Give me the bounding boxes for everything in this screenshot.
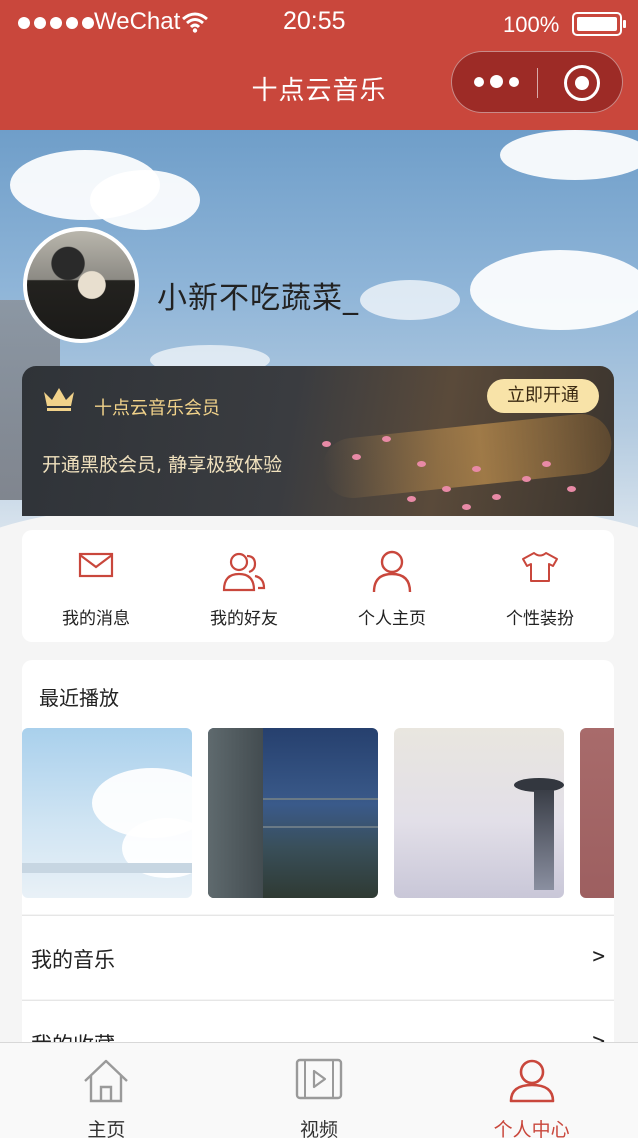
tab-video[interactable]: 视频 [213, 1043, 426, 1138]
quick-action-dressup[interactable]: 个性装扮 [466, 530, 614, 642]
clock: 20:55 [283, 7, 346, 35]
capsule-divider [537, 68, 538, 98]
quick-action-messages[interactable]: 我的消息 [22, 530, 170, 642]
list-item-label: 我的音乐 [31, 948, 115, 972]
signal-icon [18, 17, 94, 29]
cover-railing [22, 863, 192, 873]
petal [567, 486, 576, 492]
petal [407, 496, 416, 502]
wifi-icon [182, 12, 208, 33]
tab-home[interactable]: 主页 [0, 1043, 213, 1138]
petal [352, 454, 361, 460]
user-icon [372, 550, 412, 593]
vip-description: 开通黑胶会员, 静享极致体验 [42, 454, 283, 476]
username: 小新不吃蔬菜_ [157, 281, 359, 316]
cover-railing [263, 798, 378, 828]
quick-actions: 我的消息 我的好友 个人主页 个性装扮 [22, 530, 614, 642]
status-bar: WeChat 20:55 100% [0, 0, 638, 48]
mail-icon [78, 552, 114, 578]
avatar[interactable] [23, 227, 139, 343]
recent-cover[interactable] [208, 728, 378, 898]
vip-card[interactable]: 十点云音乐会员 立即开通 开通黑胶会员, 静享极致体验 [22, 366, 614, 516]
close-program-icon[interactable] [564, 65, 600, 101]
mini-program-capsule [451, 51, 623, 113]
battery-icon [572, 12, 626, 36]
list-item-my-music[interactable]: 我的音乐 > [22, 915, 614, 999]
petal [472, 466, 481, 472]
top-bar: WeChat 20:55 100% 十点云音乐 [0, 0, 638, 130]
crown-icon [44, 388, 74, 411]
quick-action-label: 我的好友 [210, 609, 278, 629]
more-menu-icon[interactable] [474, 75, 519, 88]
quick-action-label: 我的消息 [62, 609, 130, 629]
person-icon [509, 1059, 554, 1103]
cover-wall [208, 728, 263, 898]
banner-cloud [360, 280, 460, 320]
tab-bar: 主页 视频 个人中心 [0, 1042, 638, 1138]
banner-cloud [90, 170, 200, 230]
tab-profile[interactable]: 个人中心 [425, 1043, 638, 1138]
recent-plays-title: 最近播放 [39, 686, 119, 710]
home-icon [84, 1059, 129, 1103]
recent-plays-section: 最近播放 [22, 660, 614, 914]
battery-percentage: 100% [503, 12, 560, 37]
banner-cloud [470, 250, 638, 330]
vip-title: 十点云音乐会员 [94, 398, 220, 419]
quick-action-friends[interactable]: 我的好友 [170, 530, 318, 642]
tab-label: 个人中心 [493, 1119, 570, 1138]
petal [322, 441, 331, 447]
petal [382, 436, 391, 442]
petal [492, 494, 501, 500]
quick-action-label: 个人主页 [358, 609, 426, 629]
banner-cloud [500, 130, 638, 180]
petal [442, 486, 451, 492]
quick-action-homepage[interactable]: 个人主页 [318, 530, 466, 642]
petal [417, 461, 426, 467]
petal [522, 476, 531, 482]
carrier-name: WeChat [94, 8, 181, 35]
recent-cover[interactable] [394, 728, 564, 898]
recent-cover[interactable] [580, 728, 614, 898]
vip-activate-button[interactable]: 立即开通 [487, 379, 599, 413]
tab-label: 视频 [300, 1119, 339, 1138]
tab-label: 主页 [87, 1119, 126, 1138]
video-icon [295, 1058, 343, 1100]
petal [462, 504, 471, 510]
recent-cover[interactable] [22, 728, 192, 898]
friends-icon [222, 552, 266, 592]
chevron-right-icon: > [592, 944, 605, 968]
petal [542, 461, 551, 467]
tshirt-icon [522, 552, 558, 582]
recent-covers [22, 728, 614, 898]
quick-action-label: 个性装扮 [506, 609, 574, 629]
cover-figure [534, 790, 554, 890]
